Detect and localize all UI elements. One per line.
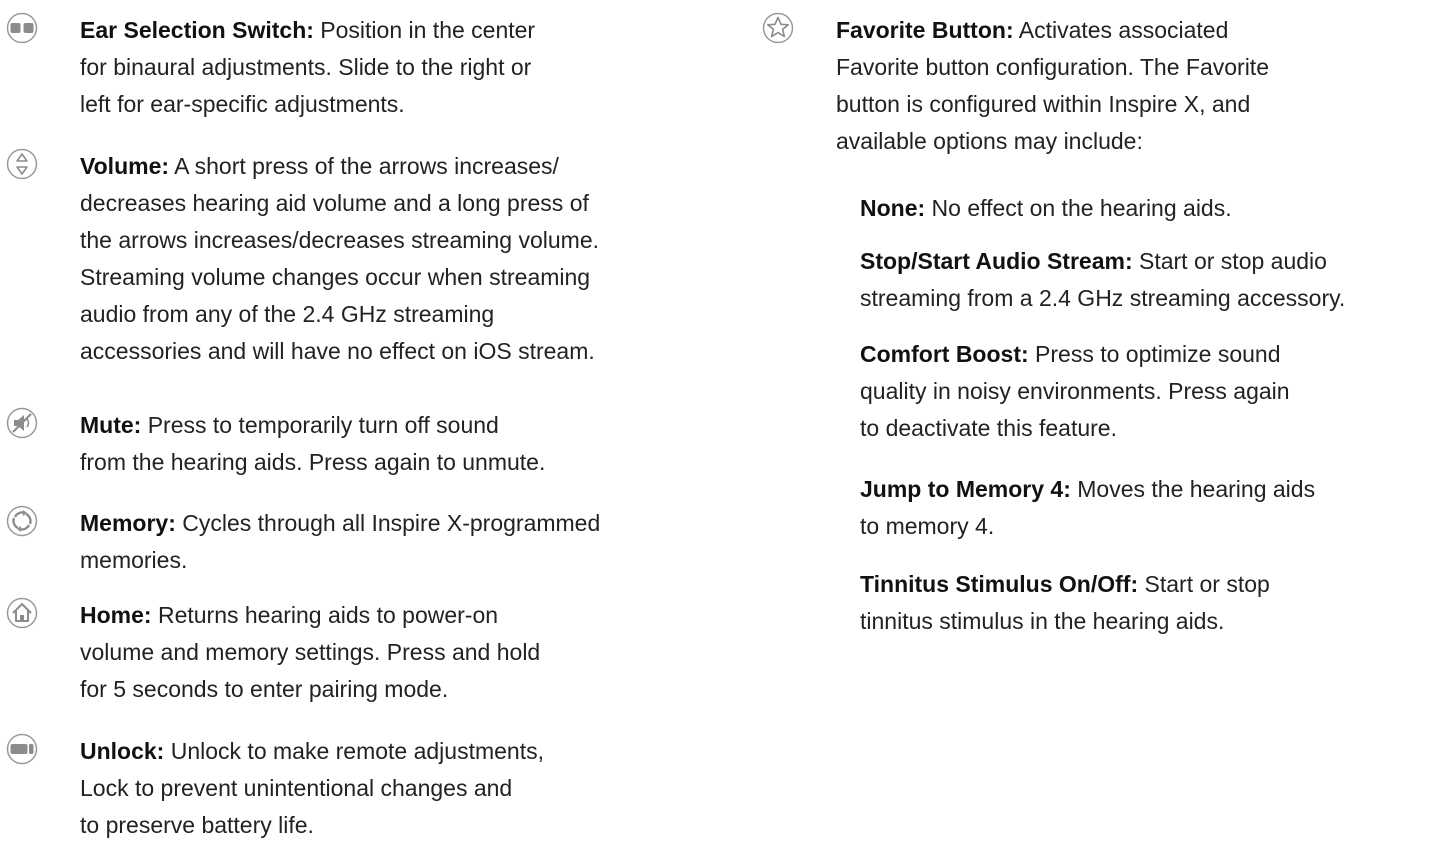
volume-arrows-icon <box>6 148 38 180</box>
description-line: streaming from a 2.4 GHz streaming acces… <box>860 285 1346 311</box>
description-line: accessories and will have no effect on i… <box>80 338 595 364</box>
home-icon <box>6 597 38 629</box>
description-line: Activates associated <box>1013 17 1229 43</box>
option-stop-start-audio-stream: Stop/Start Audio Stream: Start or stop a… <box>860 243 1345 317</box>
description-line: Returns hearing aids to power-on <box>151 602 499 628</box>
term-label: Unlock: <box>80 738 165 764</box>
description-line: button is configured within Inspire X, a… <box>836 91 1251 117</box>
description-line: Favorite button configuration. The Favor… <box>836 54 1269 80</box>
term-label: Home: <box>80 602 152 628</box>
description-line: memories. <box>80 547 188 573</box>
description-line: tinnitus stimulus in the hearing aids. <box>860 608 1225 634</box>
description-line: for 5 seconds to enter pairing mode. <box>80 676 449 702</box>
entry-text: Mute: Press to temporarily turn off soun… <box>80 407 545 481</box>
mute-speaker-icon <box>6 407 38 439</box>
ear-selection-switch-icon <box>6 12 38 44</box>
unlock-switch-icon <box>6 733 38 765</box>
description-line: the arrows increases/decreases streaming… <box>80 227 600 253</box>
description-line: left for ear-specific adjustments. <box>80 91 405 117</box>
description-line: Position in the center <box>313 17 536 43</box>
entry-text: Ear Selection Switch: Position in the ce… <box>80 12 535 123</box>
description-line: volume and memory settings. Press and ho… <box>80 639 541 665</box>
description-line: to preserve battery life. <box>80 812 314 838</box>
term-label: Mute: <box>80 412 142 438</box>
description-line: Start or stop audio <box>1132 248 1327 274</box>
description-line: A short press of the arrows increases/ <box>169 153 559 179</box>
description-line: audio from any of the 2.4 GHz streaming <box>80 301 495 327</box>
entry-text: Unlock: Unlock to make remote adjustment… <box>80 733 544 844</box>
option-comfort-boost: Comfort Boost: Press to optimize sound q… <box>860 336 1290 447</box>
description-line: to deactivate this feature. <box>860 415 1117 441</box>
term-label: Ear Selection Switch: <box>80 17 314 43</box>
description-line: Cycles through all Inspire X-programmed <box>175 510 601 536</box>
entry-text: Home: Returns hearing aids to power-on v… <box>80 597 540 708</box>
entry-text: Memory: Cycles through all Inspire X-pro… <box>80 505 600 579</box>
term-label: Volume: <box>80 153 170 179</box>
memory-cycle-icon <box>6 505 38 537</box>
description-line: available options may include: <box>836 128 1143 154</box>
description-line: Moves the hearing aids <box>1070 476 1316 502</box>
description-line: for binaural adjustments. Slide to the r… <box>80 54 532 80</box>
term-label: None: <box>860 195 926 221</box>
description-line: Start or stop <box>1138 571 1270 597</box>
description-line: from the hearing aids. Press again to un… <box>80 449 546 475</box>
description-line: Unlock to make remote adjustments, <box>164 738 545 764</box>
term-label: Memory: <box>80 510 176 536</box>
term-label: Stop/Start Audio Stream: <box>860 248 1133 274</box>
term-label: Favorite Button: <box>836 17 1014 43</box>
description-line: No effect on the hearing aids. <box>925 195 1232 221</box>
entry-text: Favorite Button: Activates associated Fa… <box>836 12 1269 160</box>
option-none: None: No effect on the hearing aids. <box>860 190 1232 227</box>
term-label: Jump to Memory 4: <box>860 476 1071 502</box>
description-line: to memory 4. <box>860 513 995 539</box>
description-line: Press to temporarily turn off sound <box>141 412 499 438</box>
option-tinnitus-stimulus: Tinnitus Stimulus On/Off: Start or stop … <box>860 566 1270 640</box>
entry-text: Volume: A short press of the arrows incr… <box>80 148 599 370</box>
option-jump-to-memory-4: Jump to Memory 4: Moves the hearing aids… <box>860 471 1315 545</box>
description-line: decreases hearing aid volume and a long … <box>80 190 589 216</box>
term-label: Comfort Boost: <box>860 341 1029 367</box>
star-icon <box>762 12 794 44</box>
description-line: Streaming volume changes occur when stre… <box>80 264 591 290</box>
description-line: Lock to prevent unintentional changes an… <box>80 775 513 801</box>
description-line: quality in noisy environments. Press aga… <box>860 378 1290 404</box>
term-label: Tinnitus Stimulus On/Off: <box>860 571 1139 597</box>
description-line: Press to optimize sound <box>1028 341 1281 367</box>
